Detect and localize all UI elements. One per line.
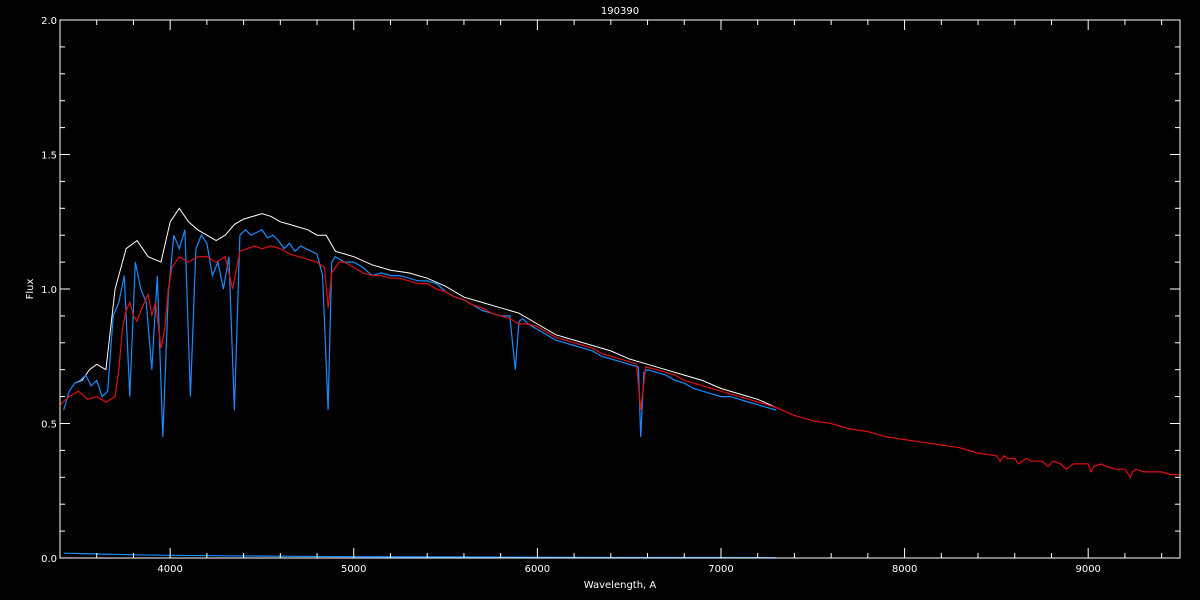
y-tick-label: 1.5	[41, 151, 57, 162]
series-layer	[59, 207, 1180, 559]
series-line-2	[63, 228, 777, 437]
y-tick-label: 0.0	[41, 554, 57, 565]
x-tick-label: 7000	[708, 564, 733, 575]
plot-frame	[59, 19, 1181, 559]
x-tick-label: 4000	[157, 564, 182, 575]
y-axis-title: Flux	[25, 279, 36, 300]
chart-title: 190390	[601, 6, 639, 17]
x-tick-label: 8000	[892, 564, 917, 575]
spectrum-chart: 190390 4000 5000 6000 7000 8000 9000 0.0 0.5 1.0…	[25, 6, 1181, 591]
x-tick-label: 5000	[341, 564, 366, 575]
y-tick-label: 1.0	[41, 285, 57, 296]
axes-layer: 4000 5000 6000 7000 8000 9000 0.0 0.5 1.0 1.5 2.0	[41, 16, 1181, 575]
y-tick-label: 2.0	[41, 16, 57, 27]
y-tick-label: 0.5	[41, 420, 57, 431]
x-tick-label: 9000	[1075, 564, 1100, 575]
x-tick-label: 6000	[525, 564, 550, 575]
x-axis-title: Wavelength, A	[584, 580, 657, 591]
